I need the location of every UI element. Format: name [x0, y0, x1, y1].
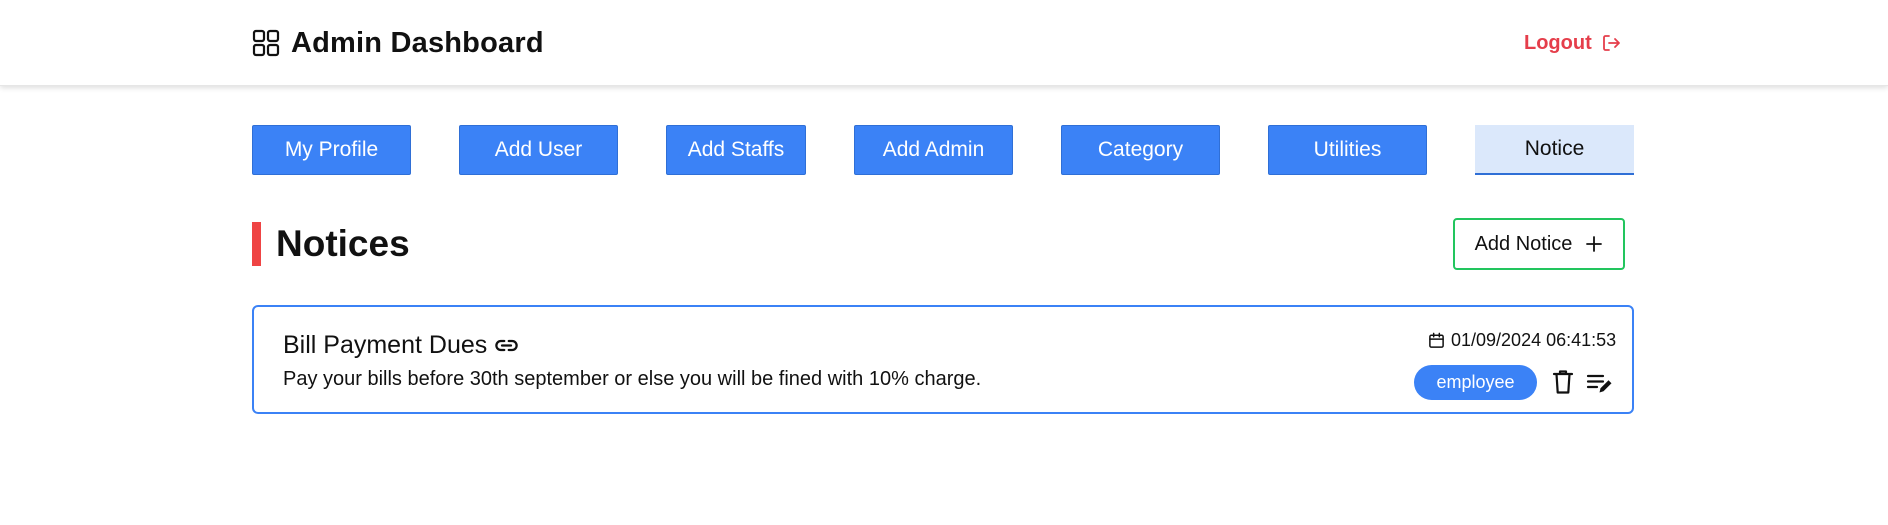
brand: Admin Dashboard	[252, 22, 544, 64]
tab-my-profile[interactable]: My Profile	[252, 125, 411, 175]
logout-icon	[1602, 35, 1620, 51]
edit-icon[interactable]	[1586, 371, 1612, 395]
logout-label: Logout	[1524, 31, 1592, 54]
link-icon[interactable]	[493, 332, 520, 359]
notice-date: 01/09/2024 06:41:53	[1428, 327, 1616, 353]
notice-title: Bill Payment Dues	[283, 330, 488, 359]
tab-add-staffs[interactable]: Add Staffs	[666, 125, 806, 175]
role-badge: employee	[1414, 365, 1537, 400]
section-header: Notices	[252, 222, 410, 266]
accent-bar	[252, 222, 261, 266]
calendar-icon	[1429, 332, 1444, 348]
notice-card: Bill Payment Dues Pay your bills before …	[252, 305, 1634, 414]
trash-icon[interactable]	[1551, 369, 1575, 395]
tab-utilities[interactable]: Utilities	[1268, 125, 1427, 175]
logout-button[interactable]: Logout	[1524, 28, 1621, 58]
notice-description: Pay your bills before 30th september or …	[283, 368, 982, 390]
add-notice-label: Add Notice	[1474, 232, 1573, 255]
tab-category[interactable]: Category	[1061, 125, 1220, 175]
top-navbar: Admin Dashboard Logout	[0, 0, 1888, 86]
page-title: Admin Dashboard	[291, 26, 544, 59]
tab-add-admin[interactable]: Add Admin	[854, 125, 1013, 175]
tab-notice[interactable]: Notice	[1475, 125, 1634, 175]
grid-icon	[252, 29, 280, 57]
add-notice-button[interactable]: Add Notice	[1453, 218, 1625, 270]
section-title: Notices	[276, 223, 410, 264]
notice-title-row: Bill Payment Dues	[283, 329, 520, 361]
plus-icon	[1586, 236, 1603, 252]
tab-bar: My Profile Add User Add Staffs Add Admin…	[252, 125, 1634, 175]
notice-date-text: 01/09/2024 06:41:53	[1451, 329, 1617, 350]
tab-add-user[interactable]: Add User	[459, 125, 618, 175]
